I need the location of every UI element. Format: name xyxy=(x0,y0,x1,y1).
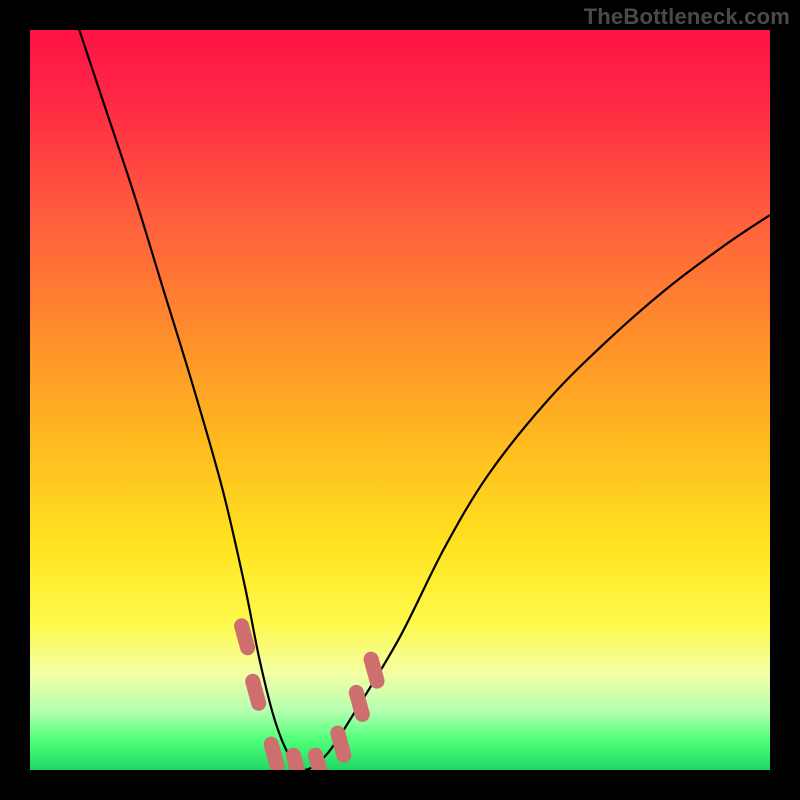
chart-frame: TheBottleneck.com xyxy=(0,0,800,800)
plot-area xyxy=(30,30,770,770)
watermark-text: TheBottleneck.com xyxy=(584,4,790,30)
